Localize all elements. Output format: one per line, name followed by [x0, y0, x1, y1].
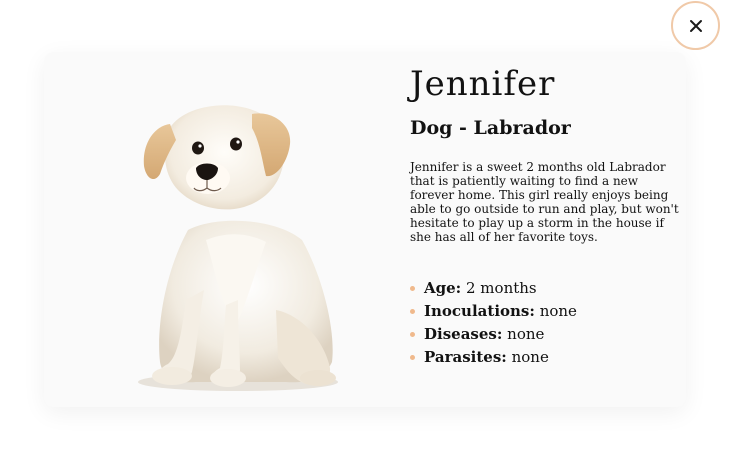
fact-inoculations: Inoculations: none	[410, 300, 577, 323]
close-button[interactable]	[671, 1, 720, 50]
fact-label: Parasites:	[424, 348, 507, 366]
fact-value: 2 months	[466, 279, 537, 297]
pet-name: Jennifer	[410, 64, 556, 104]
fact-diseases: Diseases: none	[410, 323, 577, 346]
close-icon	[689, 19, 702, 32]
bullet-icon	[410, 286, 415, 291]
pet-description: Jennifer is a sweet 2 months old Labrado…	[410, 160, 679, 244]
fact-label: Age:	[424, 279, 462, 297]
bullet-icon	[410, 309, 415, 314]
fact-value: none	[539, 302, 577, 320]
pet-photo	[138, 105, 338, 391]
fact-label: Inoculations:	[424, 302, 535, 320]
pet-facts-list: Age: 2 months Inoculations: none Disease…	[410, 277, 577, 369]
fact-value: none	[507, 325, 545, 343]
fact-value: none	[511, 348, 549, 366]
bullet-icon	[410, 332, 415, 337]
fact-parasites: Parasites: none	[410, 346, 577, 369]
pet-breed: Dog - Labrador	[410, 117, 571, 139]
bullet-icon	[410, 355, 415, 360]
fact-label: Diseases:	[424, 325, 503, 343]
fact-age: Age: 2 months	[410, 277, 577, 300]
